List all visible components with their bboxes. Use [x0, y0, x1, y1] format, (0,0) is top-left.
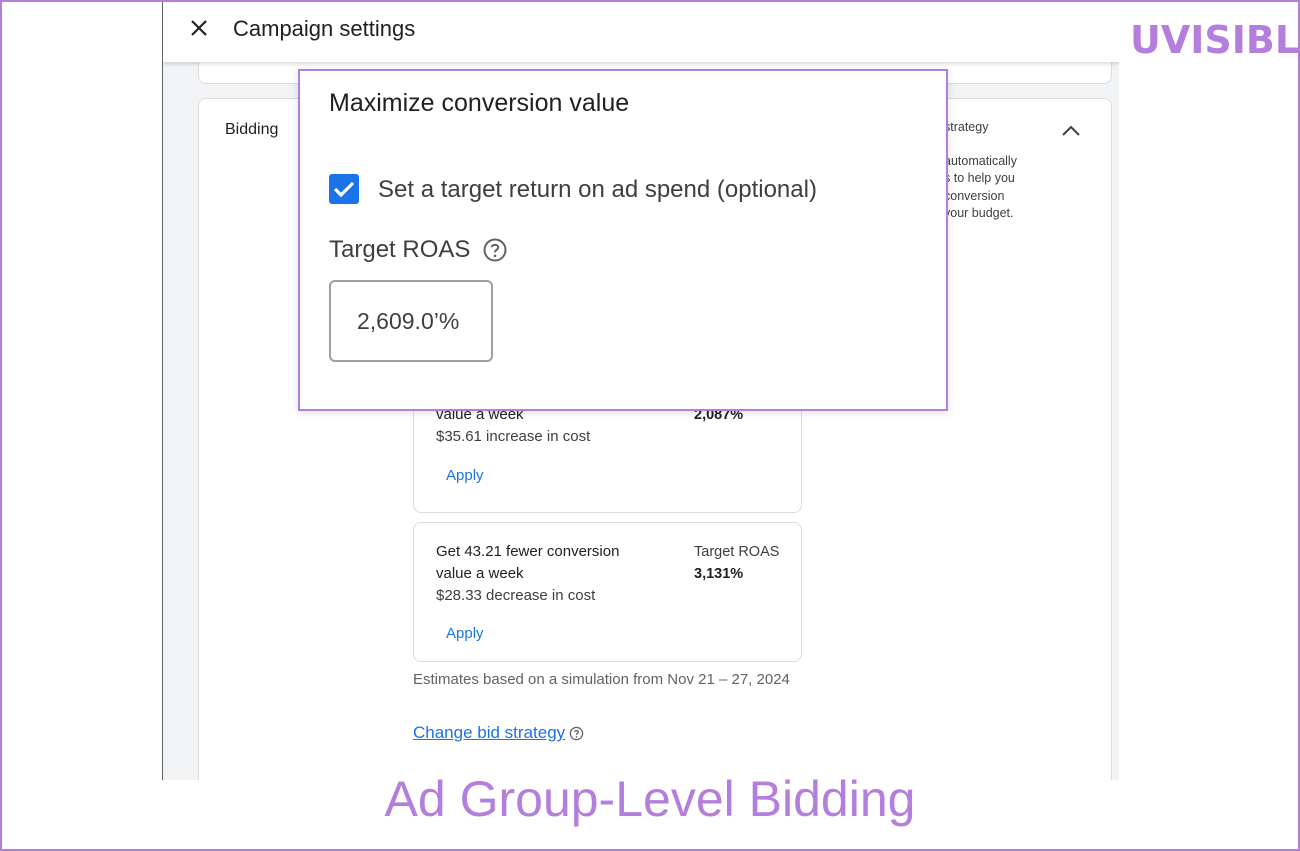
target-roas-input[interactable]: 2,609.0’% [329, 280, 493, 362]
description-line: s to help you [944, 171, 1015, 185]
estimates-note: Estimates based on a simulation from Nov… [413, 671, 790, 688]
close-button[interactable] [187, 16, 211, 40]
change-bid-strategy-link[interactable]: Change bid strategy [413, 723, 584, 743]
strategy-description: strategy automatically s to help you con… [944, 119, 1017, 223]
recommendation-line: Get 43.21 fewer conversion [436, 543, 620, 560]
image-caption: Ad Group-Level Bidding [384, 771, 916, 827]
help-icon[interactable] [482, 237, 508, 263]
recommendation-cost: $28.33 decrease in cost [436, 587, 596, 604]
description-line: your budget. [944, 206, 1014, 220]
logo-text: UVISIBLE [1130, 18, 1300, 62]
checkbox-label[interactable]: Set a target return on ad spend (optiona… [378, 176, 817, 204]
uvisible-logo: UVISIBLE [1130, 8, 1300, 62]
chevron-up-icon [1062, 125, 1080, 136]
recommendation-target-value: 3,131% [694, 566, 744, 582]
page-title: Campaign settings [233, 16, 416, 41]
checkmark-icon [333, 181, 355, 198]
close-icon [191, 20, 207, 36]
description-line: automatically [944, 153, 1017, 168]
target-roas-label: Target ROAS [329, 236, 471, 263]
top-bar: Campaign settings [163, 2, 1119, 62]
target-roas-checkbox[interactable] [329, 174, 359, 204]
apply-button[interactable]: Apply [446, 467, 484, 484]
help-icon[interactable] [569, 726, 584, 741]
apply-button[interactable]: Apply [446, 625, 484, 642]
description-line: conversion [944, 188, 1005, 203]
recommendation-cost: $35.61 increase in cost [436, 428, 591, 445]
maximize-conversion-value-popup: Maximize conversion value Set a target r… [298, 69, 948, 411]
change-bid-strategy-label: Change bid strategy [413, 723, 566, 742]
collapse-button[interactable] [1059, 121, 1083, 141]
description-line: strategy [944, 120, 989, 134]
recommendation-line: value a week [436, 565, 524, 582]
popup-title: Maximize conversion value [329, 89, 630, 117]
recommendation-target-label: Target ROAS [694, 544, 780, 560]
recommendation-card: Get 43.21 fewer conversion value a week … [413, 522, 802, 662]
section-label: Bidding [225, 121, 279, 138]
